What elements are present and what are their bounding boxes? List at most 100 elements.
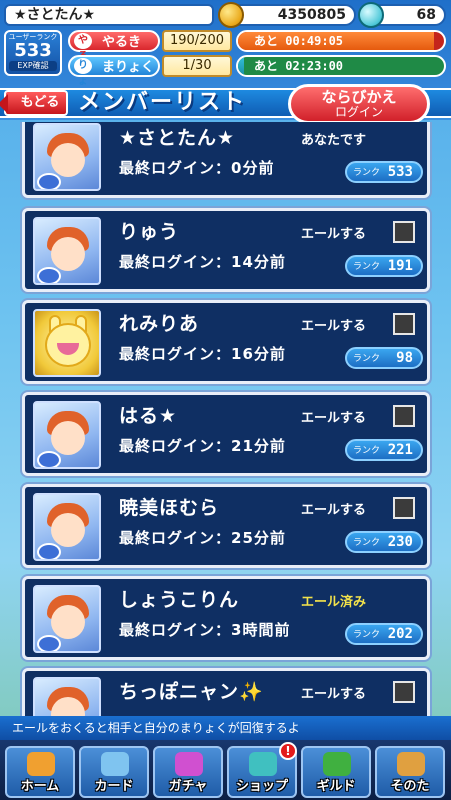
member-yell-status: エールする	[301, 687, 367, 702]
magic-label: まりょく	[102, 60, 155, 75]
bottom-tab-bar: ホーム カード ガチャ ショップ! ギルド そのた	[0, 740, 451, 800]
gem-icon	[358, 2, 384, 28]
tab-card[interactable]: カード	[79, 746, 149, 798]
member-rank-value: 221	[387, 442, 413, 458]
exp-check-button[interactable]: EXP確認	[9, 61, 57, 71]
yell-checkbox[interactable]	[393, 313, 415, 335]
member-last-login: 最終ログイン：25分前	[119, 529, 286, 547]
arle-avatar[interactable]	[33, 585, 101, 653]
magic-value: 1/30	[162, 55, 232, 77]
other-icon	[397, 752, 425, 776]
member-rank-value: 533	[387, 164, 413, 180]
member-last-login: 最終ログイン：21分前	[119, 437, 286, 455]
member-rank-badge: ランク 98	[345, 347, 423, 369]
coin-icon	[218, 2, 244, 28]
stamina-timer-bar: あと 00:49:05	[236, 30, 446, 52]
magic-timer: あと 02:23:00	[254, 59, 344, 73]
stamina-row: やる やるき 190/200 あと 00:49:05	[68, 30, 446, 62]
member-card[interactable]: 暁美ほむら最終ログイン：25分前 エールするランク 230	[22, 484, 430, 568]
sort-label: ならびかえ	[321, 88, 397, 106]
member-rank-value: 230	[387, 534, 413, 550]
member-name: ちっぽニャン✨	[119, 681, 264, 703]
member-yell-status: エールする	[301, 411, 367, 426]
member-rank-label: ランク	[353, 354, 381, 364]
member-card[interactable]: ★さとたん★ 最終ログイン：0分前 あなたです ランク 533	[22, 122, 430, 198]
user-rank-badge[interactable]: ユーザーランク 533 EXP確認	[4, 30, 62, 76]
member-rank-label: ランク	[353, 630, 381, 640]
member-name: ★さとたん★	[119, 127, 236, 149]
magic-bar-fill	[238, 57, 245, 75]
yell-checkbox[interactable]	[393, 221, 415, 243]
member-rank-label: ランク	[353, 538, 381, 548]
tab-other[interactable]: そのた	[375, 746, 445, 798]
member-card[interactable]: れみりあ最終ログイン：16分前 エールするランク 98	[22, 300, 430, 384]
magic-row: りょ まりょく 1/30 あと 02:23:00	[68, 55, 446, 87]
stamina-label: やるき	[102, 35, 142, 50]
tab-shop[interactable]: ショップ!	[227, 742, 297, 798]
member-yell-status: エールする	[301, 319, 367, 334]
member-rank-label: ランク	[353, 168, 381, 178]
page-title: メンバーリスト	[78, 90, 247, 115]
member-yell-status: エールする	[301, 503, 367, 518]
magic-timer-bar: あと 02:23:00	[236, 55, 446, 77]
yell-checkbox[interactable]	[393, 497, 415, 519]
member-rank-badge: ランク 221	[345, 439, 423, 461]
member-yell-status: エールする	[301, 227, 367, 242]
stamina-timer: あと 00:49:05	[254, 34, 344, 48]
magic-icon: りょ	[74, 58, 92, 87]
coin-value: 4350805	[277, 7, 346, 23]
member-name: 暁美ほむら	[119, 497, 220, 519]
member-card[interactable]: りゅう最終ログイン：14分前 エールするランク 191	[22, 208, 430, 292]
member-yell-status: エール済み	[301, 595, 367, 610]
stamina-value: 190/200	[162, 30, 232, 52]
member-rank-label: ランク	[353, 262, 381, 272]
gem-value: 68	[416, 7, 436, 23]
member-rank-value: 202	[387, 626, 413, 642]
carbuncle-avatar[interactable]	[33, 309, 101, 377]
tab-label: ギルド	[316, 779, 356, 794]
arle-avatar[interactable]	[33, 677, 101, 716]
stamina-icon: やる	[74, 33, 92, 62]
member-rank-badge: ランク 230	[345, 531, 423, 553]
arle-avatar[interactable]	[33, 217, 101, 285]
tab-label: ガチャ	[168, 779, 208, 794]
sort-button[interactable]: ならびかえ ログイン	[288, 84, 430, 124]
tab-label: ホーム	[20, 779, 60, 794]
member-rank-badge: ランク 191	[345, 255, 423, 277]
tab-label: ショップ	[235, 779, 288, 794]
member-name: れみりあ	[119, 313, 200, 335]
member-card[interactable]: しょうこりん 最終ログイン：3時間前 エール済み ランク 202	[22, 576, 430, 660]
guild-icon	[323, 752, 351, 776]
card-icon	[101, 752, 129, 776]
member-card[interactable]: はる★ 最終ログイン：21分前 エールする ランク 221	[22, 392, 430, 476]
arle-avatar[interactable]	[33, 493, 101, 561]
arle-avatar[interactable]	[33, 123, 101, 191]
tab-home[interactable]: ホーム	[5, 746, 75, 798]
member-rank-badge: ランク 533	[345, 161, 423, 183]
gem-counter: 68	[358, 2, 446, 28]
notification-badge: !	[279, 742, 297, 760]
member-rank-label: ランク	[353, 446, 381, 456]
arle-avatar[interactable]	[33, 401, 101, 469]
member-rank-value: 191	[387, 258, 413, 274]
member-card[interactable]: ちっぽニャン✨ エールする	[22, 668, 430, 716]
sort-mode: ログイン	[334, 105, 383, 119]
yell-checkbox[interactable]	[393, 681, 415, 703]
member-last-login: 最終ログイン：16分前	[119, 345, 286, 363]
yell-checkbox[interactable]	[393, 405, 415, 427]
rank-value: 533	[14, 40, 52, 61]
member-last-login: 最終ログイン：14分前	[119, 253, 286, 271]
player-name: ★さとたん★	[4, 4, 214, 26]
shop-icon	[249, 752, 277, 776]
member-rank-badge: ランク 202	[345, 623, 423, 645]
member-last-login: 最終ログイン：0分前	[119, 159, 275, 177]
member-name: りゅう	[119, 221, 180, 243]
back-button[interactable]: もどる	[0, 90, 68, 116]
member-rank-value: 98	[396, 350, 413, 366]
home-icon	[27, 752, 55, 776]
tab-guild[interactable]: ギルド	[301, 746, 371, 798]
gacha-icon	[175, 752, 203, 776]
member-list[interactable]: ★さとたん★ 最終ログイン：0分前 あなたです ランク 533 りゅう 最終ログイン：14分…	[18, 122, 436, 716]
tab-gacha[interactable]: ガチャ	[153, 746, 223, 798]
member-name: しょうこりん	[119, 589, 240, 611]
